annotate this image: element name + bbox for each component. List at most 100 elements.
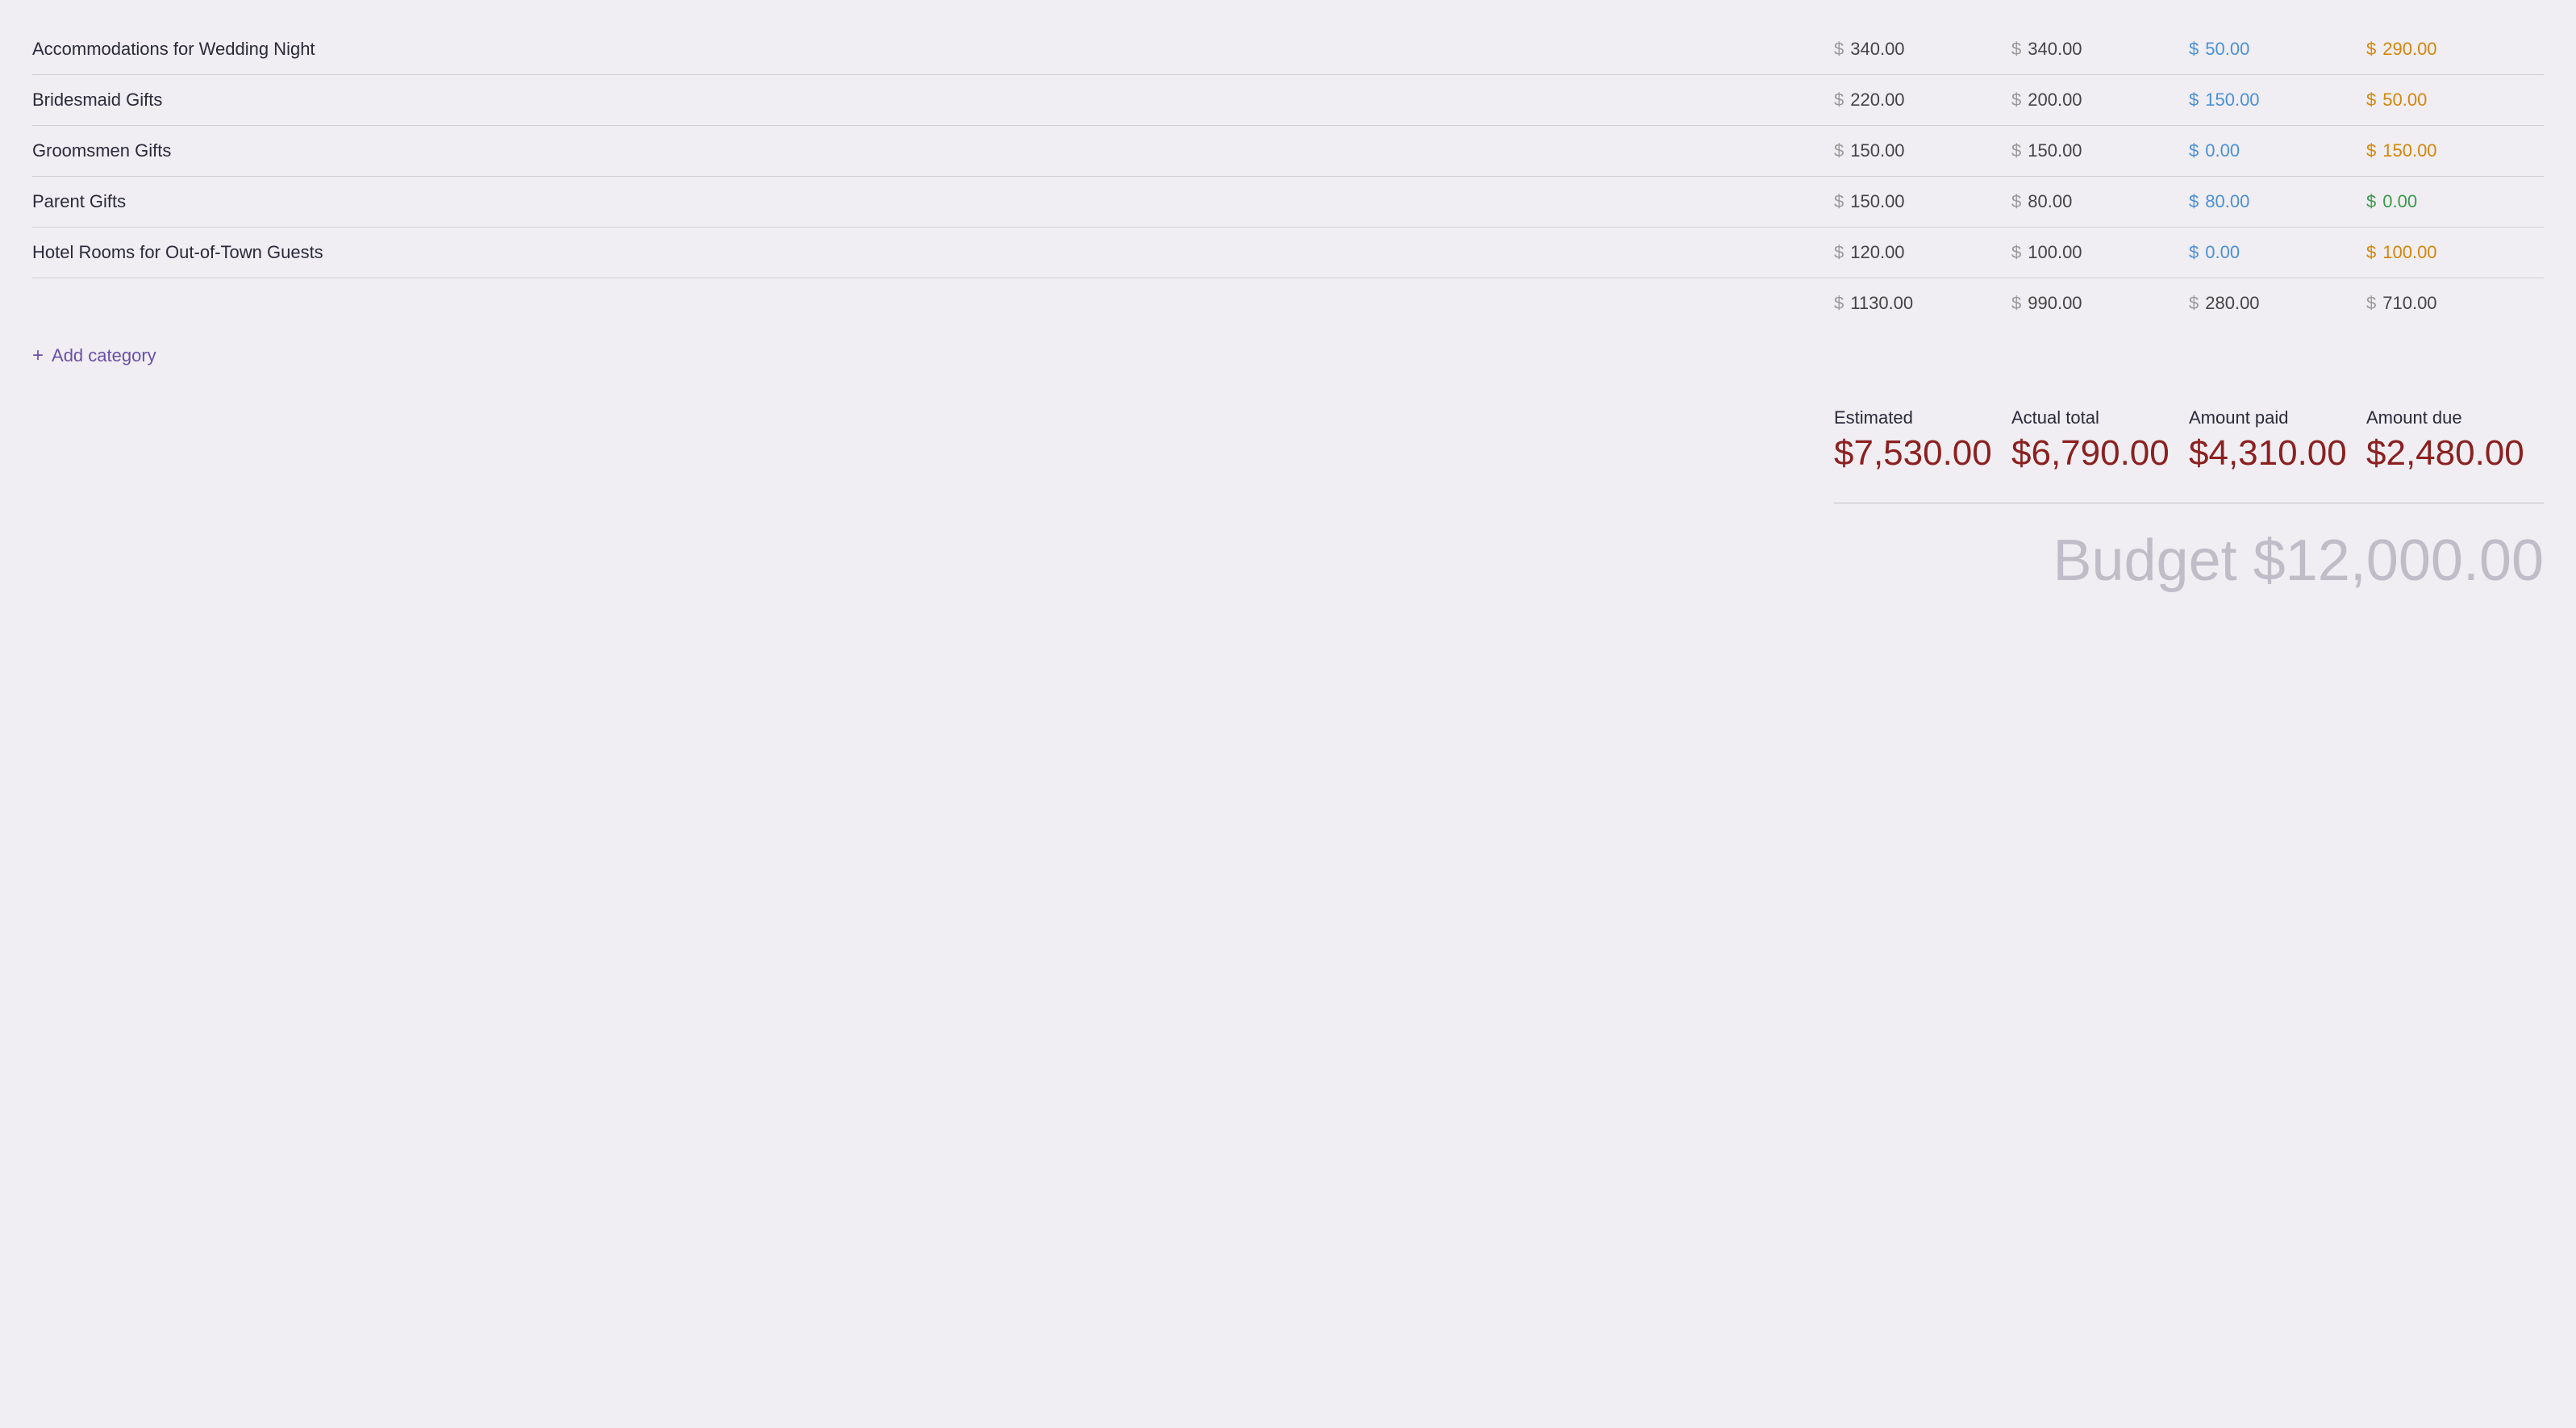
actual-value: 100.00 [2028, 242, 2082, 263]
summary-due-label: Amount due [2366, 407, 2544, 428]
total-actual-value: 990.00 [2028, 293, 2082, 314]
paid-cell: $ 0.00 [2189, 242, 2366, 263]
dollar-sign: $ [2011, 140, 2021, 161]
estimated-value: 220.00 [1850, 90, 1904, 111]
paid-cell: $ 150.00 [2189, 90, 2366, 111]
table-row: Bridesmaid Gifts $ 220.00 $ 200.00 $ 150… [32, 75, 2544, 126]
estimated-cell: $ 220.00 [1834, 90, 2011, 111]
totals-row: $ 1130.00 $ 990.00 $ 280.00 $ 710.00 [32, 278, 2544, 328]
paid-dollar-sign: $ [2189, 39, 2199, 60]
estimated-cell: $ 340.00 [1834, 39, 2011, 60]
actual-cell: $ 100.00 [2011, 242, 2189, 263]
table-row: Hotel Rooms for Out-of-Town Guests $ 120… [32, 228, 2544, 278]
due-value: 100.00 [2382, 242, 2436, 263]
due-cell: $ 50.00 [2366, 90, 2544, 111]
summary-actual: Actual total $6,790.00 [2011, 399, 2189, 482]
dollar-sign: $ [2011, 293, 2021, 314]
due-dollar-sign: $ [2366, 242, 2376, 263]
estimated-value: 340.00 [1850, 39, 1904, 60]
actual-cell: $ 200.00 [2011, 90, 2189, 111]
actual-cell: $ 340.00 [2011, 39, 2189, 60]
summary-estimated: Estimated $7,530.00 [1834, 399, 2011, 482]
due-value: 290.00 [2382, 39, 2436, 60]
dollar-sign: $ [1834, 293, 1844, 314]
summary-estimated-value: $7,530.00 [1834, 433, 2011, 474]
paid-dollar-sign: $ [2189, 242, 2199, 263]
due-cell: $ 100.00 [2366, 242, 2544, 263]
due-dollar-sign: $ [2366, 140, 2376, 161]
budget-total-row: Budget $12,000.00 [32, 503, 2544, 610]
paid-value: 50.00 [2205, 39, 2249, 60]
dollar-sign: $ [1834, 140, 1844, 161]
category-name: Parent Gifts [32, 191, 1834, 212]
table-row: Parent Gifts $ 150.00 $ 80.00 $ 80.00 $ … [32, 177, 2544, 228]
summary-paid: Amount paid $4,310.00 [2189, 399, 2366, 482]
total-due-cell: $ 710.00 [2366, 293, 2544, 314]
paid-value: 80.00 [2205, 191, 2249, 212]
estimated-cell: $ 150.00 [1834, 140, 2011, 161]
dollar-sign: $ [2011, 39, 2021, 60]
dollar-sign: $ [1834, 39, 1844, 60]
total-due-value: 710.00 [2382, 293, 2436, 314]
add-category-label: Add category [52, 345, 156, 366]
summary-actual-label: Actual total [2011, 407, 2189, 428]
summary-due: Amount due $2,480.00 [2366, 399, 2544, 482]
divider-row [32, 495, 2544, 503]
total-actual-cell: $ 990.00 [2011, 293, 2189, 314]
dollar-sign: $ [1834, 191, 1844, 212]
paid-dollar-sign: $ [2189, 140, 2199, 161]
estimated-cell: $ 120.00 [1834, 242, 2011, 263]
summary-actual-value: $6,790.00 [2011, 433, 2189, 474]
estimated-value: 150.00 [1850, 191, 1904, 212]
due-dollar-sign: $ [2366, 90, 2376, 111]
category-name: Accommodations for Wedding Night [32, 39, 1834, 60]
table-row: Accommodations for Wedding Night $ 340.0… [32, 24, 2544, 75]
estimated-value: 150.00 [1850, 140, 1904, 161]
table-row: Groomsmen Gifts $ 150.00 $ 150.00 $ 0.00… [32, 126, 2544, 177]
paid-cell: $ 80.00 [2189, 191, 2366, 212]
summary-due-value: $2,480.00 [2366, 433, 2544, 474]
plus-icon: + [32, 344, 44, 367]
dollar-sign: $ [1834, 90, 1844, 111]
due-value: 50.00 [2382, 90, 2427, 111]
actual-value: 340.00 [2028, 39, 2082, 60]
dollar-sign: $ [1834, 242, 1844, 263]
summary-paid-value: $4,310.00 [2189, 433, 2366, 474]
budget-table: Accommodations for Wedding Night $ 340.0… [32, 24, 2544, 610]
paid-dollar-sign: $ [2189, 191, 2199, 212]
total-paid-value: 280.00 [2205, 293, 2259, 314]
due-value: 0.00 [2382, 191, 2417, 212]
due-dollar-sign: $ [2366, 191, 2376, 212]
actual-value: 80.00 [2028, 191, 2072, 212]
paid-value: 150.00 [2205, 90, 2259, 111]
actual-cell: $ 80.00 [2011, 191, 2189, 212]
paid-value: 0.00 [2205, 140, 2240, 161]
dollar-sign: $ [2011, 242, 2021, 263]
dollar-sign: $ [2011, 90, 2021, 111]
dollar-sign: $ [2366, 293, 2376, 314]
due-cell: $ 290.00 [2366, 39, 2544, 60]
summary-section: Estimated $7,530.00 Actual total $6,790.… [32, 399, 2544, 482]
budget-total-text: Budget $12,000.00 [2053, 528, 2544, 593]
total-estimated-cell: $ 1130.00 [1834, 293, 2011, 314]
paid-cell: $ 0.00 [2189, 140, 2366, 161]
add-category-button[interactable]: + Add category [32, 328, 156, 383]
estimated-cell: $ 150.00 [1834, 191, 2011, 212]
estimated-value: 120.00 [1850, 242, 1904, 263]
actual-value: 200.00 [2028, 90, 2082, 111]
summary-paid-label: Amount paid [2189, 407, 2366, 428]
actual-value: 150.00 [2028, 140, 2082, 161]
dollar-sign: $ [2011, 191, 2021, 212]
due-dollar-sign: $ [2366, 39, 2376, 60]
category-name: Groomsmen Gifts [32, 140, 1834, 161]
category-name: Bridesmaid Gifts [32, 90, 1834, 111]
summary-estimated-label: Estimated [1834, 407, 2011, 428]
dollar-sign: $ [2189, 293, 2199, 314]
total-paid-cell: $ 280.00 [2189, 293, 2366, 314]
paid-value: 0.00 [2205, 242, 2240, 263]
due-cell: $ 0.00 [2366, 191, 2544, 212]
due-value: 150.00 [2382, 140, 2436, 161]
paid-dollar-sign: $ [2189, 90, 2199, 111]
paid-cell: $ 50.00 [2189, 39, 2366, 60]
category-name: Hotel Rooms for Out-of-Town Guests [32, 242, 1834, 263]
